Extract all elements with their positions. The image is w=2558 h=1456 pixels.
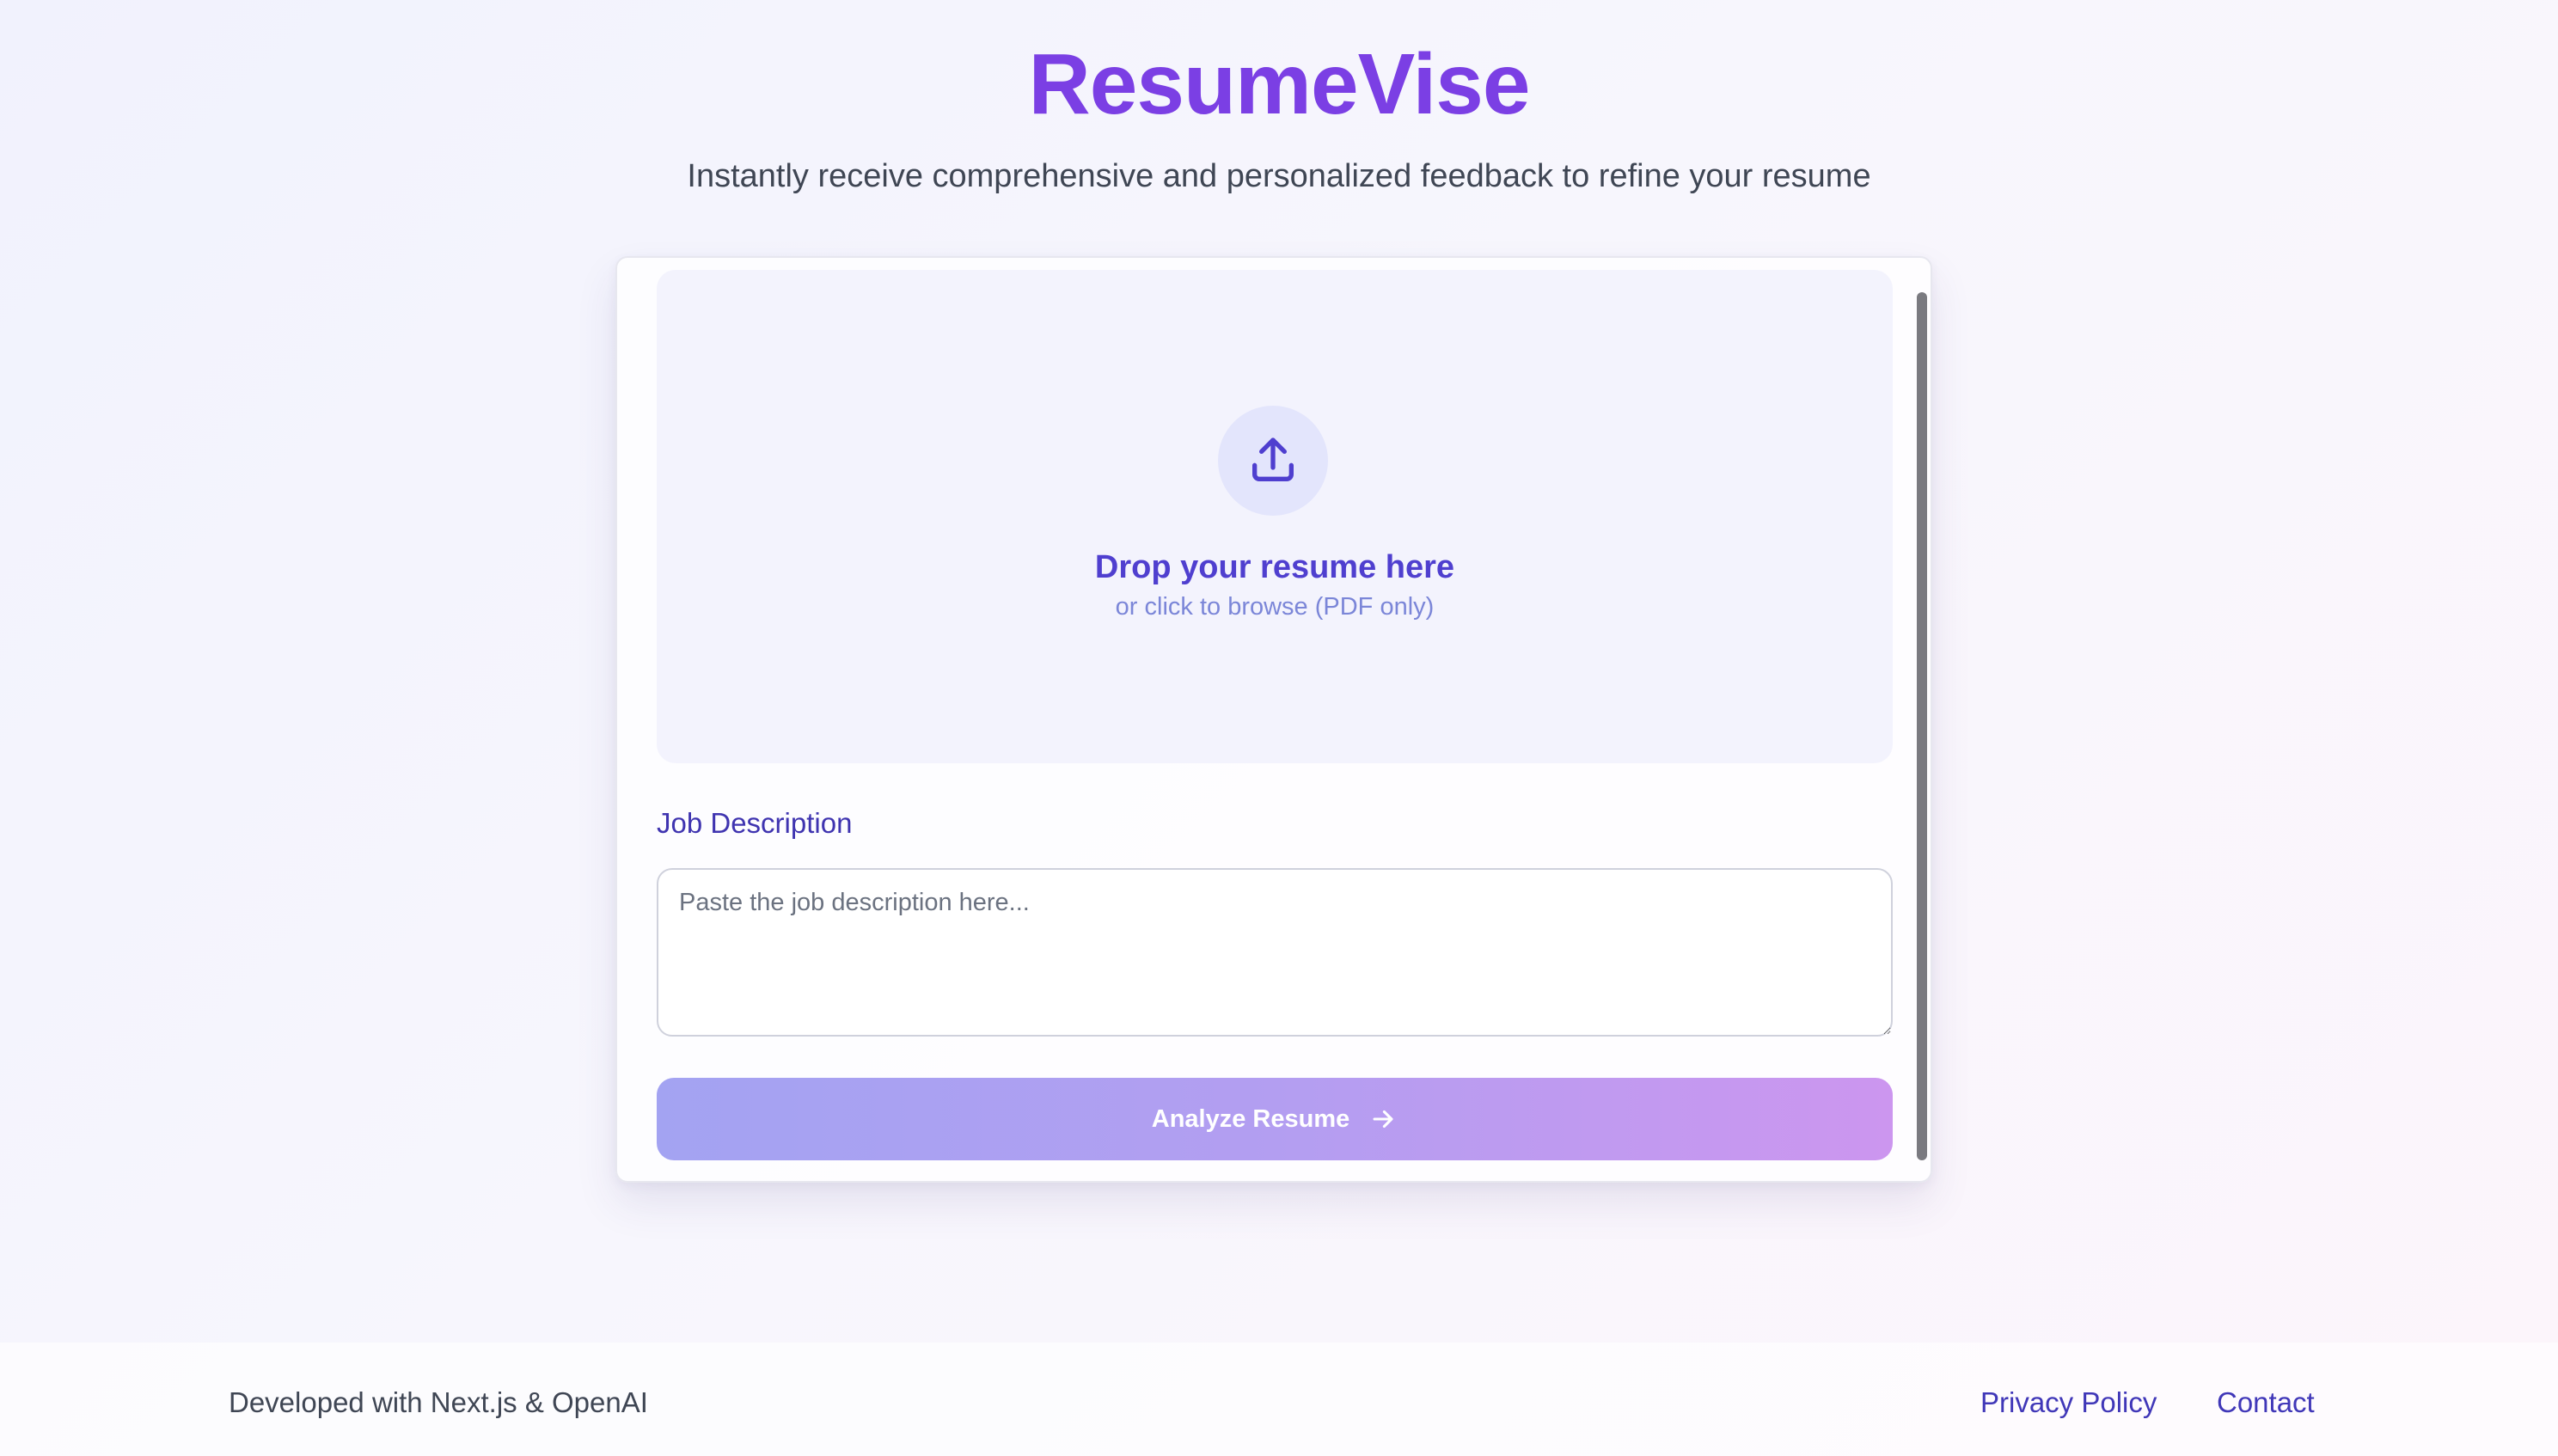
analyze-button-content: Analyze Resume xyxy=(1152,1104,1398,1134)
app-title: ResumeVise xyxy=(1028,36,1531,132)
privacy-policy-link[interactable]: Privacy Policy xyxy=(1980,1384,2157,1422)
upload-icon xyxy=(1252,437,1294,481)
contact-link[interactable]: Contact xyxy=(2217,1384,2315,1422)
analyze-resume-button[interactable]: Analyze Resume xyxy=(657,1078,1893,1160)
job-description-input[interactable] xyxy=(657,868,1893,1037)
footer-credit: Developed with Next.js & OpenAI xyxy=(229,1386,648,1418)
page-footer: Developed with Next.js & OpenAI Privacy … xyxy=(0,1343,2558,1456)
analyze-button-label: Analyze Resume xyxy=(1151,1104,1350,1133)
card-scrollbar-thumb[interactable] xyxy=(1917,292,1927,1160)
app-tagline: Instantly receive comprehensive and pers… xyxy=(687,158,1871,194)
dropzone-subtitle: or click to browse (PDF only) xyxy=(1115,593,1435,621)
resume-dropzone[interactable]: Drop your resume here or click to browse… xyxy=(657,270,1893,763)
arrow-right-icon xyxy=(1373,1110,1393,1129)
upload-icon-circle xyxy=(1218,406,1328,516)
dropzone-title: Drop your resume here xyxy=(1094,549,1455,585)
card-scrollbar[interactable] xyxy=(1917,292,1927,1160)
job-description-label: Job Description xyxy=(657,807,853,839)
resume-form-card: Drop your resume here or click to browse… xyxy=(615,256,1932,1183)
